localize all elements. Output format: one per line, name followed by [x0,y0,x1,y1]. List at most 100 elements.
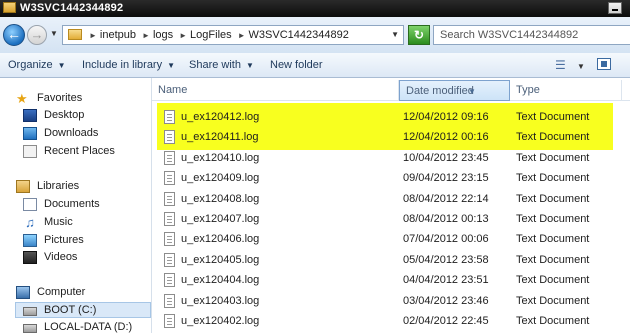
text-file-icon [164,171,175,186]
file-type: Text Document [516,233,590,246]
folder-icon [3,2,16,13]
file-name: u_ex120407.log [181,213,260,225]
organize-label: Organize [8,59,53,71]
refresh-button[interactable]: ↻ [408,25,430,45]
drive-icon [23,324,37,333]
text-file-icon [164,314,175,328]
command-bar: Organize ▼ Include in library ▼ Share with… [0,53,630,78]
breadcrumb-logfiles[interactable]: LogFiles [190,29,232,41]
nav-label: LOCAL-DATA (D:) [44,321,133,333]
address-bar: ← → ▼ ► inetpub ► logs ► LogFiles ► W3SVC144234… [0,17,630,53]
file-date-modified: 02/04/2012 22:45 [403,315,489,327]
nav-label: BOOT (C:) [44,304,97,316]
table-row[interactable]: u_ex120404.log 04/04/2012 23:51 Text Docum… [152,270,630,290]
title-bar: W3SVC1442344892 [0,0,630,17]
back-button[interactable]: ← [3,24,25,46]
table-row[interactable]: u_ex120412.log 12/04/2012 09:16 Text Docum… [152,107,630,127]
table-row[interactable]: u_ex120407.log 08/04/2012 00:13 Text Docum… [152,209,630,229]
file-type: Text Document [516,253,590,266]
file-name: u_ex120404.log [181,274,260,287]
file-date-modified: 12/04/2012 00:16 [403,131,489,144]
chevron-right-icon[interactable]: ► [142,31,150,40]
nav-label: Favorites [37,92,83,104]
column-header-name[interactable]: Name [152,80,399,101]
file-type: Text Document [516,131,590,144]
file-date-modified: 04/04/2012 23:51 [403,274,489,287]
file-type: Text Document [516,151,590,164]
column-header-type[interactable]: Type [510,80,622,101]
table-row[interactable]: u_ex120402.log 02/04/2012 22:45 Text Docum… [152,311,630,331]
column-label: Date modified [406,85,474,97]
minimize-button[interactable] [608,2,622,14]
chevron-down-icon[interactable]: ▼ [577,62,585,71]
music-note-icon: ♫ [25,215,35,230]
file-list-pane: Name Date modified ▼ Type u_ex120412.log 1… [152,78,630,333]
star-icon: ★ [16,91,28,106]
breadcrumb-inetpub[interactable]: inetpub [100,29,136,41]
text-file-icon [164,191,175,206]
file-name: u_ex120402.log [181,315,260,327]
preview-pane-icon[interactable] [597,58,611,70]
nav-label: Videos [44,251,78,263]
file-date-modified: 07/04/2012 00:06 [403,233,489,246]
nav-label: Desktop [44,109,85,121]
computer-icon [16,286,30,299]
text-file-icon [164,273,175,288]
table-row[interactable]: u_ex120410.log 10/04/2012 23:45 Text Docum… [152,148,630,168]
table-row[interactable]: u_ex120411.log 12/04/2012 00:16 Text Docum… [152,127,630,147]
share-with-button[interactable]: Share with ▼ [189,59,254,71]
table-row[interactable]: u_ex120406.log 07/04/2012 00:06 Text Docum… [152,229,630,249]
file-date-modified: 03/04/2012 23:46 [403,294,489,307]
file-type: Text Document [516,274,590,287]
file-name: u_ex120411.log [181,131,259,144]
new-folder-label: New folder [270,59,323,71]
file-type: Text Document [516,315,590,327]
file-name: u_ex120409.log [181,172,260,185]
nav-label: Computer [37,286,86,298]
organize-button[interactable]: Organize ▼ [8,59,66,71]
search-input[interactable]: Search W3SVC1442344892 [433,25,630,45]
breadcrumb: ► inetpub ► logs ► LogFiles ► W3SVC1442344892 [86,29,352,41]
file-name: u_ex120408.log [181,192,260,205]
recent-pages-chevron-down-icon[interactable]: ▼ [50,29,58,38]
text-file-icon [164,232,175,247]
downloads-icon [23,127,37,140]
table-row[interactable]: u_ex120409.log 09/04/2012 23:15 Text Docum… [152,168,630,188]
forward-button[interactable]: → [27,25,47,45]
change-view-icon[interactable]: ☰ [555,58,571,72]
table-row[interactable]: u_ex120405.log 05/04/2012 23:58 Text Docum… [152,250,630,270]
window-title: W3SVC1442344892 [20,2,124,14]
libraries-icon [16,180,30,193]
file-date-modified: 09/04/2012 23:15 [403,172,489,185]
file-date-modified: 12/04/2012 09:16 [403,111,489,123]
breadcrumb-w3svc[interactable]: W3SVC1442344892 [249,29,349,41]
breadcrumb-logs[interactable]: logs [153,29,173,41]
column-header-date-modified[interactable]: Date modified ▼ [399,80,510,101]
file-type: Text Document [516,213,590,225]
nav-label: Recent Places [44,145,115,157]
chevron-right-icon[interactable]: ► [89,31,97,40]
text-file-icon [164,150,175,165]
text-file-icon [164,252,175,267]
file-date-modified: 05/04/2012 23:58 [403,253,489,266]
desktop-icon [23,109,37,122]
chevron-right-icon[interactable]: ► [179,31,187,40]
file-type: Text Document [516,172,590,185]
address-history-chevron-down-icon[interactable]: ▼ [391,30,399,39]
file-name: u_ex120412.log [181,111,260,123]
include-in-library-button[interactable]: Include in library ▼ [82,59,175,71]
include-in-library-label: Include in library [82,59,163,71]
file-date-modified: 10/04/2012 23:45 [403,151,489,164]
sort-descending-icon: ▼ [468,87,476,96]
table-row[interactable]: u_ex120403.log 03/04/2012 23:46 Text Docum… [152,291,630,311]
column-label: Type [516,84,540,96]
chevron-right-icon[interactable]: ► [238,31,246,40]
table-row[interactable]: u_ex120408.log 08/04/2012 22:14 Text Docum… [152,189,630,209]
chevron-down-icon: ▼ [167,61,176,70]
new-folder-button[interactable]: New folder [270,59,323,71]
share-with-label: Share with [189,59,241,71]
folder-icon [68,29,82,40]
pictures-icon [23,234,37,247]
chevron-down-icon: ▼ [245,61,254,70]
address-field[interactable]: ► inetpub ► logs ► LogFiles ► W3SVC1442344892 ▼ [62,25,404,45]
